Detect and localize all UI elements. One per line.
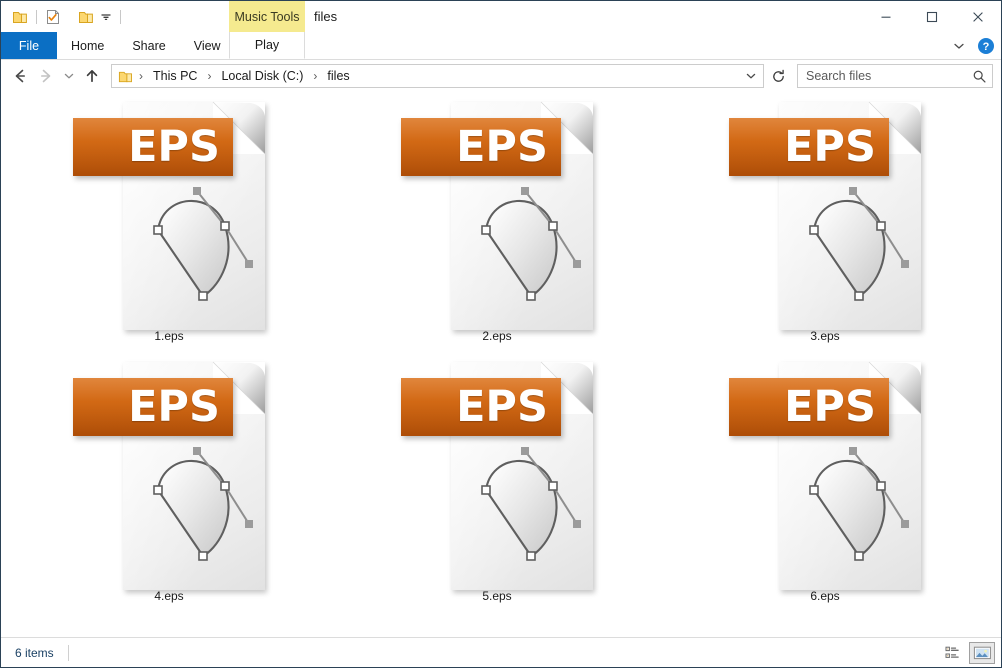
icon-format-label: EPS — [128, 386, 220, 429]
breadcrumb-separator[interactable]: › — [308, 69, 322, 83]
eps-file-icon: EPS — [401, 360, 593, 592]
icon-format-label: EPS — [456, 126, 548, 169]
ribbon-tabstrip: File Home Share View Play ? — [1, 32, 1001, 60]
file-item[interactable]: EPS — [333, 98, 661, 358]
icon-bezier-illustration — [145, 178, 265, 318]
quick-access-toolbar — [1, 1, 126, 32]
icon-bezier-illustration — [145, 438, 265, 578]
eps-file-icon: EPS — [729, 360, 921, 592]
status-divider — [68, 645, 69, 661]
icon-bezier-illustration — [473, 178, 593, 318]
maximize-button[interactable] — [909, 1, 955, 32]
new-folder-icon[interactable] — [9, 6, 31, 28]
window-controls — [863, 1, 1001, 32]
breadcrumb-item-this-pc[interactable]: This PC — [148, 67, 202, 85]
address-dropdown-chevron-down-icon[interactable] — [741, 65, 761, 87]
icon-format-banner: EPS — [729, 118, 889, 176]
file-item[interactable]: EPS — [661, 98, 989, 358]
refresh-icon[interactable] — [765, 64, 791, 88]
large-icons-view-button[interactable] — [969, 642, 995, 664]
search-box[interactable] — [797, 64, 993, 88]
address-bar: › This PC › Local Disk (C:) › files — [1, 60, 1001, 92]
explorer-window: Music Tools files File Home Share View P… — [0, 0, 1002, 668]
icon-format-label: EPS — [128, 126, 220, 169]
file-icon-slot: EPS — [369, 98, 625, 330]
icon-bezier-illustration — [801, 178, 921, 318]
up-button[interactable] — [79, 63, 105, 89]
icon-format-banner: EPS — [73, 378, 233, 436]
title-bar: Music Tools files — [1, 1, 1001, 32]
breadcrumb-item-files[interactable]: files — [322, 67, 354, 85]
search-input[interactable] — [806, 69, 970, 83]
icon-format-banner: EPS — [73, 118, 233, 176]
breadcrumb-separator[interactable]: › — [134, 69, 148, 83]
icon-format-banner: EPS — [401, 378, 561, 436]
status-bar: 6 items — [1, 637, 1001, 667]
file-item[interactable]: EPS — [5, 98, 333, 358]
close-button[interactable] — [955, 1, 1001, 32]
icon-bezier-illustration — [801, 438, 921, 578]
file-icon-slot: EPS — [697, 98, 953, 330]
minimize-button[interactable] — [863, 1, 909, 32]
tab-view[interactable]: View — [180, 32, 235, 59]
file-icon-slot: EPS — [41, 98, 297, 330]
icon-format-banner: EPS — [401, 118, 561, 176]
tab-share[interactable]: Share — [118, 32, 179, 59]
breadcrumb-folder-icon — [116, 67, 134, 85]
eps-file-icon: EPS — [729, 100, 921, 332]
tab-play[interactable]: Play — [229, 32, 305, 59]
breadcrumb-item-local-disk-c[interactable]: Local Disk (C:) — [216, 67, 308, 85]
icon-format-label: EPS — [784, 126, 876, 169]
ribbon-right-controls: ? — [947, 32, 997, 59]
file-icon-slot: EPS — [369, 358, 625, 590]
file-icon-slot: EPS — [41, 358, 297, 590]
folder-icon[interactable] — [75, 6, 97, 28]
icon-format-banner: EPS — [729, 378, 889, 436]
contextual-tab-header: Music Tools — [229, 1, 305, 32]
qat-chevron-down-icon[interactable] — [97, 6, 115, 28]
item-count-label: 6 items — [15, 646, 54, 660]
qat-divider-3 — [120, 10, 121, 24]
breadcrumb[interactable]: › This PC › Local Disk (C:) › files — [111, 64, 764, 88]
icon-format-label: EPS — [456, 386, 548, 429]
icon-bezier-illustration — [473, 438, 593, 578]
tab-home[interactable]: Home — [57, 32, 118, 59]
file-item[interactable]: EPS — [5, 358, 333, 618]
search-icon[interactable] — [970, 67, 988, 85]
file-item[interactable]: EPS — [333, 358, 661, 618]
help-icon[interactable]: ? — [975, 35, 997, 57]
eps-file-icon: EPS — [401, 100, 593, 332]
tab-file[interactable]: File — [1, 32, 57, 59]
icon-format-label: EPS — [784, 386, 876, 429]
ribbon-expand-chevron-down-icon[interactable] — [947, 35, 971, 57]
file-grid: EPS — [1, 98, 1001, 618]
details-view-button[interactable] — [941, 642, 967, 664]
file-icon-slot: EPS — [697, 358, 953, 590]
recent-locations-chevron-down-icon[interactable] — [59, 63, 79, 89]
svg-text:?: ? — [983, 41, 990, 53]
eps-file-icon: EPS — [73, 100, 265, 332]
forward-button[interactable] — [33, 63, 59, 89]
properties-icon[interactable] — [42, 6, 64, 28]
back-button[interactable] — [7, 63, 33, 89]
qat-divider-1 — [36, 10, 37, 24]
window-title: files — [314, 1, 337, 32]
file-list-view[interactable]: EPS — [1, 92, 1001, 637]
file-item[interactable]: EPS — [661, 358, 989, 618]
eps-file-icon: EPS — [73, 360, 265, 592]
breadcrumb-separator[interactable]: › — [202, 69, 216, 83]
